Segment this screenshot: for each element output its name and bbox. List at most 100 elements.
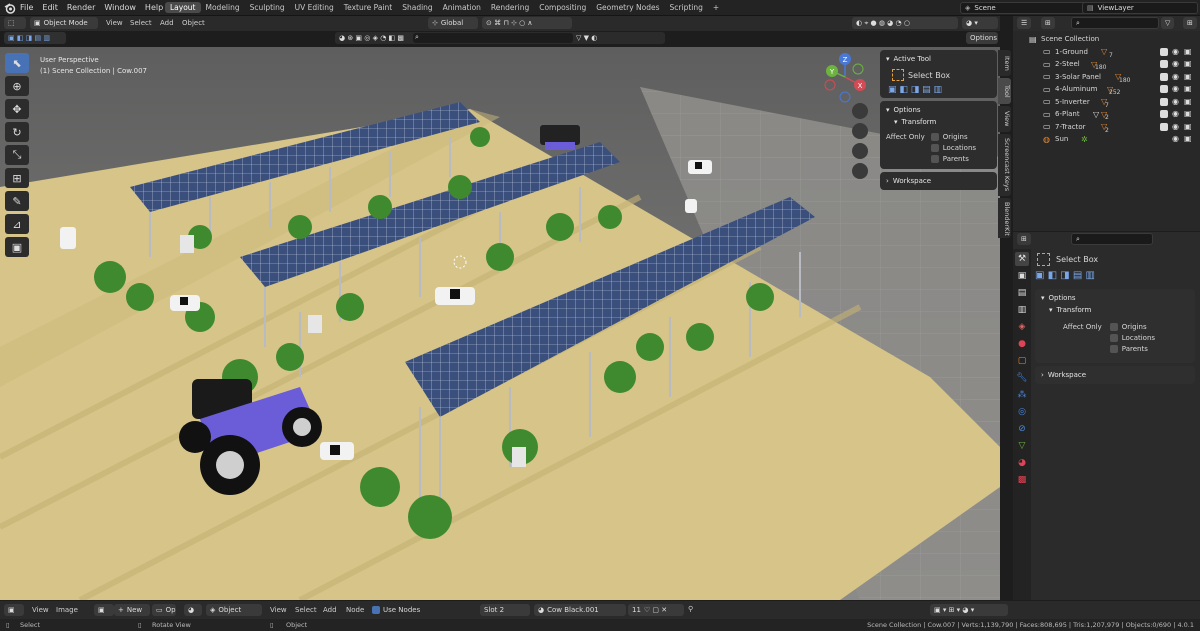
exclude-checkbox[interactable] <box>1160 85 1168 93</box>
select-mode-buttons[interactable]: ▣ ◧ ◨ ▤ ▥ <box>888 85 991 95</box>
outliner-row-steel[interactable]: ▭ 2-Steel ▽ 180 ◉ ▣ <box>1013 58 1200 71</box>
menu-edit[interactable]: Edit <box>42 3 58 12</box>
viewport-filter-bar[interactable]: ◕ ⊛ ▣ ◎ ◈ ◔ ◧ ▩ ⌕ ▽ ▼ ◐ <box>335 32 665 44</box>
filter-search-input[interactable]: ⌕ <box>413 33 573 43</box>
origins-checkbox[interactable]: Origins <box>930 133 976 141</box>
eye-icon[interactable]: ◉ <box>1172 134 1179 143</box>
properties-search-input[interactable]: ⌕ <box>1071 233 1153 245</box>
camera-icon[interactable]: ▣ <box>1184 47 1192 56</box>
menu-render[interactable]: Render <box>67 3 95 12</box>
shader-overlay-tools[interactable]: ▣ ▾ ⊞ ▾ ◕ ▾ <box>930 604 1008 616</box>
3d-viewport[interactable]: Z X Y <box>0 47 1000 600</box>
mode-dropdown[interactable]: ▣ Object Mode <box>30 17 98 29</box>
properties-tool-row[interactable]: Select Box <box>1037 253 1195 266</box>
measure-tool-icon[interactable]: ⊿ <box>5 214 29 234</box>
camera-icon[interactable]: ▣ <box>1184 84 1192 93</box>
scale-tool-icon[interactable]: ⤡ <box>5 145 29 165</box>
locations-checkbox[interactable]: Locations <box>1109 334 1155 342</box>
camera-icon[interactable]: ▣ <box>1184 97 1192 106</box>
node-select-menu[interactable]: Select <box>295 606 317 614</box>
move-tool-icon[interactable]: ✥ <box>5 99 29 119</box>
modifier-tab-icon[interactable]: 🔧︎ <box>1015 371 1029 385</box>
options-header[interactable]: ▾ Options <box>886 104 991 116</box>
overlay-toggle[interactable]: ◕ ▾ <box>962 17 998 29</box>
add-workspace-icon[interactable]: + <box>708 2 724 13</box>
camera-icon[interactable]: ▣ <box>1184 109 1192 118</box>
outliner-row-solar-panel[interactable]: ▭ 3-Solar Panel ▽ 180 ◉ ▣ <box>1013 71 1200 84</box>
scene-collection-row[interactable]: ▤ Scene Collection <box>1013 33 1200 46</box>
locations-checkbox[interactable]: Locations <box>930 144 976 152</box>
material-tab-icon[interactable]: ◕ <box>1015 456 1029 470</box>
constraints-tab-icon[interactable]: ⊘ <box>1015 422 1029 436</box>
camera-icon[interactable]: ▣ <box>1184 122 1192 131</box>
exclude-checkbox[interactable] <box>1160 122 1168 131</box>
parents-checkbox[interactable]: Parents <box>930 155 976 163</box>
eye-icon[interactable]: ◉ <box>1172 47 1179 56</box>
view-menu[interactable]: View <box>106 19 123 27</box>
node-view-menu[interactable]: View <box>270 606 287 614</box>
tab-screencast-keys[interactable]: Screencast Keys <box>998 134 1011 196</box>
active-tool-row[interactable]: Select Box <box>892 69 991 81</box>
properties-editor-icon[interactable]: ⊞ <box>1017 233 1031 245</box>
outliner-row-ground[interactable]: ▭ 1-Ground ▽ 7 ◉ ▣ <box>1013 46 1200 59</box>
tab-modeling[interactable]: Modeling <box>201 2 245 13</box>
scene-selector[interactable]: ◈ Scene <box>960 2 1088 14</box>
exclude-checkbox[interactable] <box>1160 72 1168 81</box>
eye-icon[interactable]: ◉ <box>1172 72 1179 81</box>
outliner-row-inverter[interactable]: ▭ 5-Inverter ▽ 7 ◉ ▣ <box>1013 96 1200 109</box>
view-layer-tab-icon[interactable]: ▥ <box>1015 303 1029 317</box>
tab-view[interactable]: View <box>998 106 1011 132</box>
eye-icon[interactable]: ◉ <box>1172 122 1179 131</box>
tab-blenderkit[interactable]: BlenderKit <box>998 198 1011 238</box>
tab-layout[interactable]: Layout <box>165 2 201 13</box>
camera-icon[interactable]: ▣ <box>1184 134 1192 143</box>
menu-window[interactable]: Window <box>104 3 136 12</box>
data-tab-icon[interactable]: ▽ <box>1015 439 1029 453</box>
material-selector[interactable]: ◕ Cow Black.001 <box>534 604 626 616</box>
outliner-editor-icon[interactable]: ☰ <box>1017 17 1032 29</box>
exclude-checkbox[interactable] <box>1160 47 1168 56</box>
filter-icon[interactable]: ▽ <box>1161 17 1175 29</box>
pin-icon[interactable]: ⚲ <box>688 605 693 613</box>
shading-tools[interactable]: ◐ ⌖ ● ◍ ◕ ◔ ○ <box>852 17 958 29</box>
outliner-search-input[interactable]: ⌕ <box>1071 17 1159 29</box>
menu-file[interactable]: File <box>20 3 33 12</box>
exclude-checkbox[interactable] <box>1160 110 1168 118</box>
tab-shading[interactable]: Shading <box>397 2 437 13</box>
workspace-header[interactable]: › Workspace <box>886 175 991 187</box>
tab-compositing[interactable]: Compositing <box>534 2 591 13</box>
outliner-row-sun[interactable]: ◍ Sun ✲ ◉ ▣ <box>1013 133 1200 146</box>
tab-animation[interactable]: Animation <box>438 2 486 13</box>
origins-checkbox[interactable]: Origins <box>1109 323 1155 331</box>
add-cube-tool-icon[interactable]: ▣ <box>5 237 29 257</box>
outliner-row-aluminum[interactable]: ▭ 4-Aluminum ▽ 252 ◉ ▣ <box>1013 83 1200 96</box>
tab-scripting[interactable]: Scripting <box>665 2 708 13</box>
tab-uv-editing[interactable]: UV Editing <box>290 2 339 13</box>
select-menu[interactable]: Select <box>130 19 152 27</box>
texture-tab-icon[interactable]: ▩ <box>1015 473 1029 487</box>
tab-item[interactable]: Item <box>998 50 1011 76</box>
snapping-tools[interactable]: ⊙ ⌘ ⊓ ⊹ ○ ∧ <box>482 17 572 29</box>
open-image-button[interactable]: ▭ Op <box>152 604 176 616</box>
object-menu[interactable]: Object <box>182 19 205 27</box>
annotate-tool-icon[interactable]: ✎ <box>5 191 29 211</box>
shader-type-dropdown[interactable]: ◈ Object <box>206 604 262 616</box>
rotate-tool-icon[interactable]: ↻ <box>5 122 29 142</box>
transform-subheader[interactable]: ▾ Transform <box>894 116 991 128</box>
world-tab-icon[interactable]: ● <box>1015 337 1029 351</box>
physics-tab-icon[interactable]: ◎ <box>1015 405 1029 419</box>
view-layer-selector[interactable]: ▤ ViewLayer <box>1082 2 1198 14</box>
parents-checkbox[interactable]: Parents <box>1109 345 1155 353</box>
camera-icon[interactable]: ▣ <box>1184 59 1192 68</box>
image-menu[interactable]: Image <box>56 606 78 614</box>
tool-tab-icon[interactable]: ⚒ <box>1015 252 1029 266</box>
options-header[interactable]: ▾ Options <box>1041 292 1189 304</box>
tab-tool[interactable]: Tool <box>998 78 1011 104</box>
node-editor-type-icon[interactable]: ◕ <box>184 604 202 616</box>
active-tool-header[interactable]: ▾ Active Tool <box>886 53 991 65</box>
menu-help[interactable]: Help <box>145 3 163 12</box>
display-mode-icon[interactable]: ⊞ <box>1041 17 1055 29</box>
outliner-row-plant[interactable]: ▭ 6-Plant ▽ ▽ 2 ◉ ▣ <box>1013 108 1200 121</box>
tab-sculpting[interactable]: Sculpting <box>245 2 290 13</box>
render-tab-icon[interactable]: ▣ <box>1015 269 1029 283</box>
